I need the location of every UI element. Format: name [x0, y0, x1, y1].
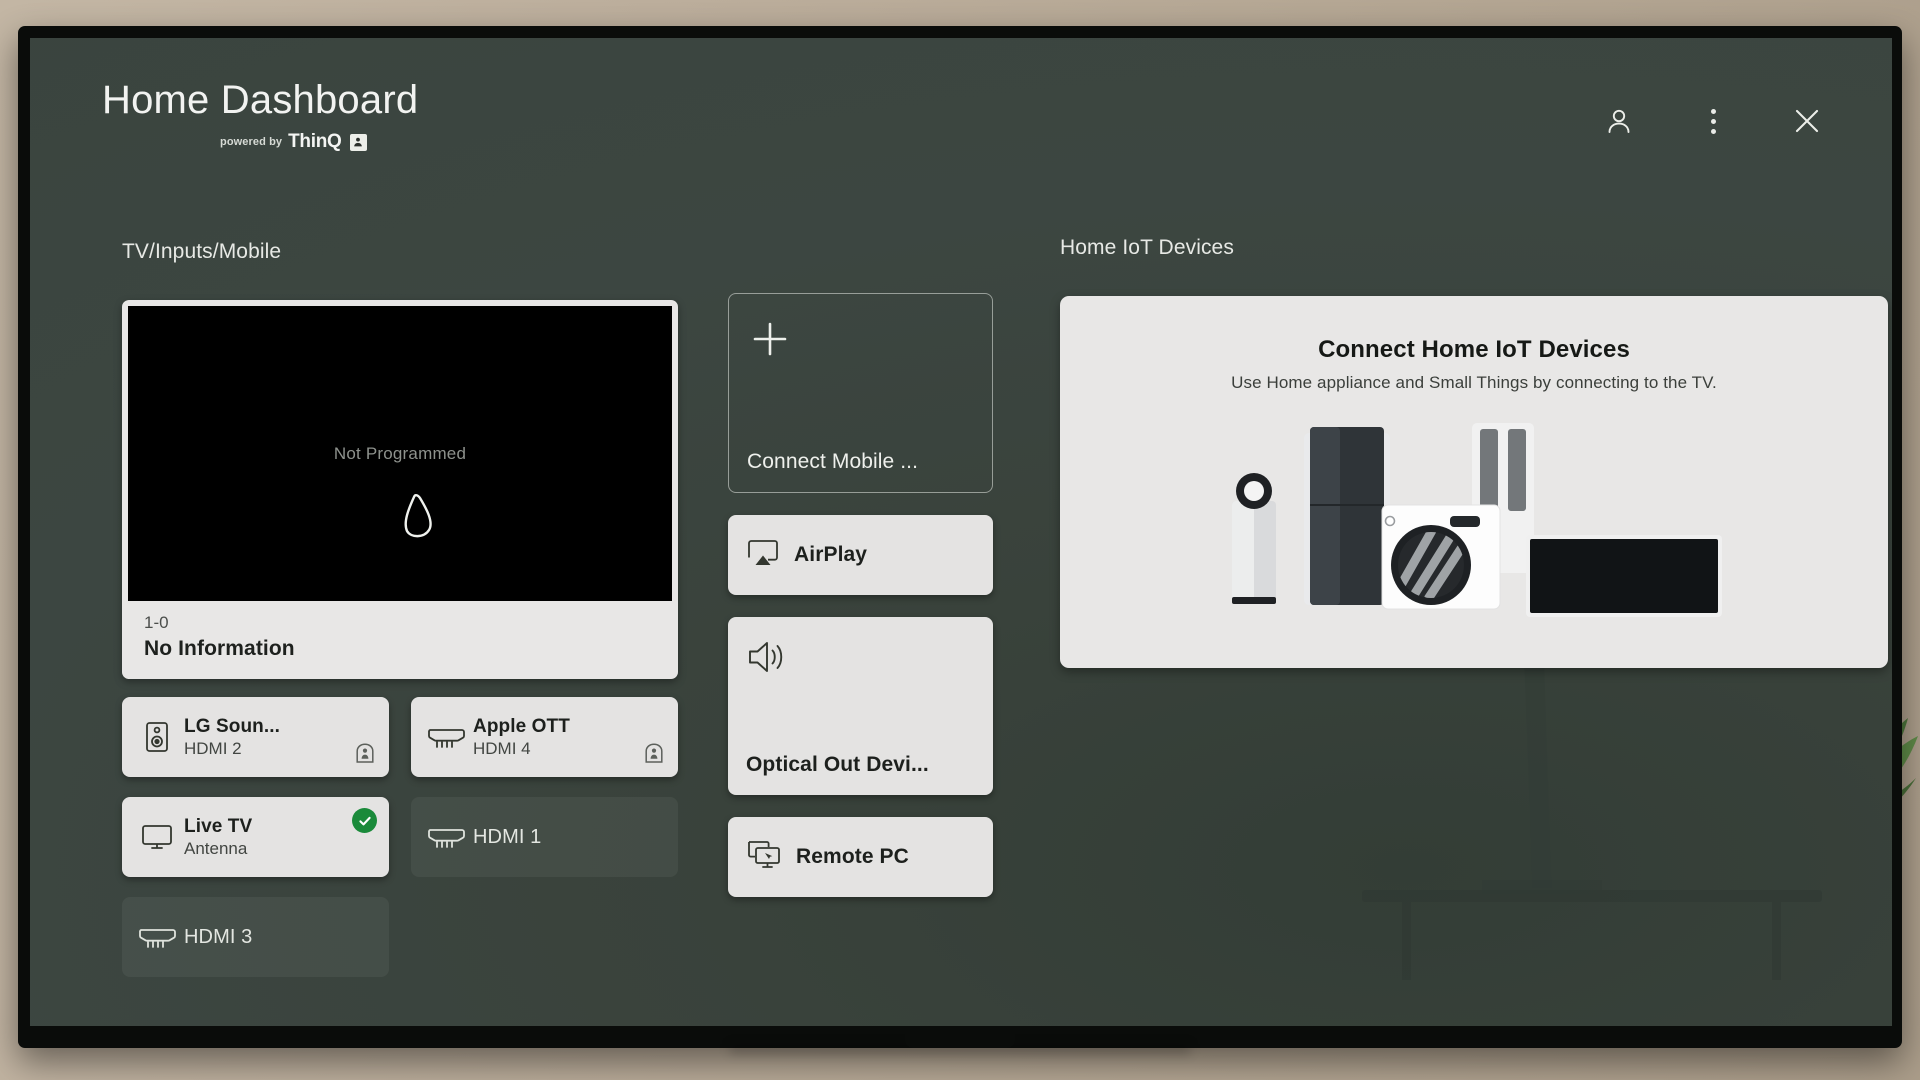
tv-inputs-mobile-column: TV/Inputs/Mobile Not Programmed 1-0 No I…	[122, 240, 678, 978]
speaker-wave-icon	[746, 637, 975, 682]
preview-program-title: No Information	[144, 637, 295, 661]
thinq-badge-icon	[349, 133, 367, 151]
optical-out-label: Optical Out Devi...	[746, 753, 929, 776]
header-actions	[1598, 100, 1828, 142]
remote-pc-icon	[746, 839, 782, 876]
home-iot-column: Home IoT Devices Connect Home IoT Device…	[1060, 236, 1888, 668]
input-tile-sub: HDMI 2	[184, 739, 242, 759]
remote-pc-button[interactable]: Remote PC	[728, 817, 993, 897]
preview-status-text: Not Programmed	[333, 443, 467, 463]
home-iot-section-label: Home IoT Devices	[1060, 236, 1234, 259]
page-title: Home Dashboard	[102, 78, 419, 122]
more-dots	[1710, 108, 1716, 134]
input-tile-lg-sound[interactable]: LG Soun... HDMI 2	[122, 697, 389, 778]
input-tile-name: HDMI 3	[184, 925, 253, 948]
preview-channel-number: 1-0	[144, 613, 169, 632]
tv-preview-card[interactable]: Not Programmed 1-0 No Information	[122, 300, 678, 680]
home-appliances-illustration	[1232, 423, 1722, 617]
input-tile-text: HDMI 1	[473, 826, 541, 849]
dashboard-content: TV/Inputs/Mobile Not Programmed 1-0 No I…	[30, 208, 1892, 1026]
input-tile-name: Apple OTT	[473, 715, 570, 737]
input-tiles-grid: LG Soun... HDMI 2 Apple OTT HDMI 4 Live …	[122, 697, 678, 978]
speaker-icon	[136, 721, 178, 753]
hdmi-icon	[425, 823, 467, 851]
input-tile-sub: HDMI 4	[473, 739, 531, 759]
input-tile-text: HDMI 3	[184, 926, 252, 949]
tv-inputs-section-label: TV/Inputs/Mobile	[122, 240, 282, 263]
airplay-button[interactable]: AirPlay	[728, 515, 993, 595]
connected-device-badge-icon	[354, 742, 376, 764]
input-tile-name: Live TV	[184, 815, 253, 837]
room-scene: Home Dashboard powered by ThinQ TV/Input…	[0, 0, 1920, 1080]
input-tile-live-tv[interactable]: Live TV Antenna	[122, 797, 389, 878]
tv-preview-info: 1-0 No Information	[128, 601, 672, 679]
connect-mobile-card[interactable]: Connect Mobile ...	[728, 293, 993, 493]
remote-pc-label: Remote PC	[796, 845, 909, 868]
title-block: Home Dashboard powered by ThinQ	[102, 80, 418, 153]
refrigerator-art	[1304, 427, 1390, 605]
active-input-check-icon	[352, 808, 377, 834]
input-tile-hdmi-1[interactable]: HDMI 1	[411, 797, 678, 878]
thinq-branding: powered by ThinQ	[220, 131, 418, 153]
optical-out-device-button[interactable]: Optical Out Devi...	[728, 617, 993, 795]
connect-column: Connect Mobile ... AirPlay Optical Out D…	[728, 293, 993, 897]
more-vertical-icon[interactable]	[1692, 100, 1734, 142]
close-icon[interactable]	[1786, 100, 1828, 142]
input-tile-text: LG Soun... HDMI 2	[184, 716, 280, 759]
iot-card-subtitle: Use Home appliance and Small Things by c…	[1231, 373, 1717, 392]
airplay-label: AirPlay	[794, 543, 868, 566]
plus-icon	[753, 322, 787, 356]
dashboard-header: Home Dashboard powered by ThinQ	[30, 38, 1892, 208]
input-tile-sub: Antenna	[184, 839, 248, 859]
connect-mobile-label: Connect Mobile ...	[747, 450, 919, 473]
iot-card-title: Connect Home IoT Devices	[1318, 336, 1630, 363]
tv-monitor-icon	[136, 822, 178, 852]
account-icon[interactable]	[1598, 100, 1640, 142]
tv-set: Home Dashboard powered by ThinQ TV/Input…	[18, 26, 1902, 1054]
input-tile-text: Apple OTT HDMI 4	[473, 716, 570, 759]
input-tile-apple-ott[interactable]: Apple OTT HDMI 4	[411, 697, 678, 778]
input-tile-name: LG Soun...	[184, 715, 280, 737]
input-tile-hdmi-3[interactable]: HDMI 3	[122, 897, 389, 978]
connected-device-badge-icon	[643, 742, 665, 764]
tv-stand-nub	[905, 1030, 1015, 1048]
connect-home-iot-card[interactable]: Connect Home IoT Devices Use Home applia…	[1060, 296, 1888, 668]
washing-machine-art	[1381, 504, 1501, 610]
pointer-cursor-icon	[404, 493, 432, 538]
airplay-icon	[746, 538, 780, 573]
input-tile-text: Live TV Antenna	[184, 816, 252, 859]
air-purifier-art	[1232, 473, 1276, 604]
hdmi-icon	[136, 923, 178, 951]
tv-preview-screen: Not Programmed	[128, 306, 672, 601]
tv-art	[1526, 535, 1722, 617]
thinq-wordmark: ThinQ	[288, 131, 342, 152]
input-tile-name: HDMI 1	[473, 825, 542, 848]
powered-by-label: powered by	[220, 136, 283, 148]
tv-screen: Home Dashboard powered by ThinQ TV/Input…	[30, 38, 1892, 1026]
hdmi-icon	[425, 723, 467, 751]
